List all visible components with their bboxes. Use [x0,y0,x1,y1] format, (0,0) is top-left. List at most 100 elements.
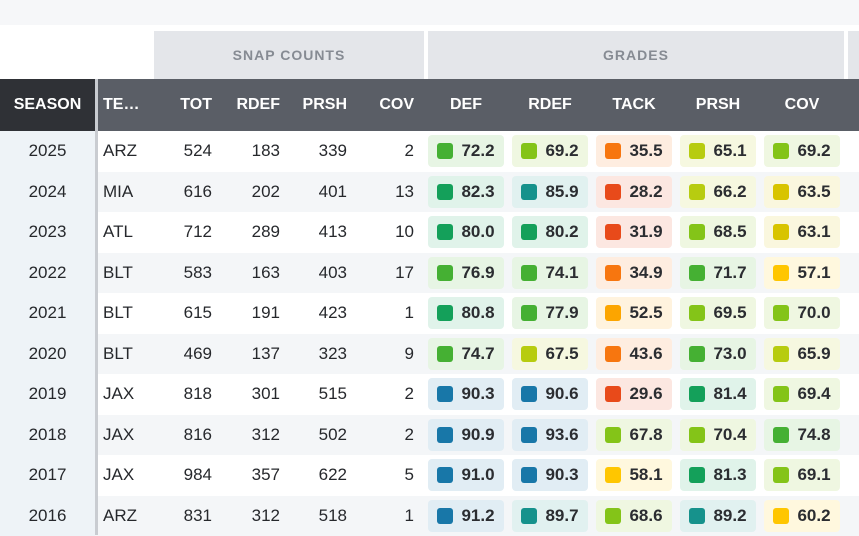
grade-color-swatch [689,386,705,402]
table-header: SEASON TE… TOT RDEF PRSH COV DEF RDEF TA… [0,79,859,131]
grade-color-swatch [773,467,789,483]
col-header-rdef[interactable]: RDEF [212,79,280,131]
table-row[interactable]: 2017JAX984357622591.090.358.181.369.1 [0,455,859,496]
grade-cov-cell: 63.5 [764,176,840,208]
table-row[interactable]: 2024MIA6162024011382.385.928.266.263.5 [0,172,859,213]
grade-color-swatch [689,508,705,524]
grade-value: 69.5 [713,303,746,323]
grade-value: 69.2 [797,141,830,161]
col-header-cov[interactable]: COV [347,79,414,131]
grade-color-swatch [437,265,453,281]
grade-color-swatch [437,427,453,443]
table-row[interactable]: 2025ARZ524183339272.269.235.565.169.2 [0,131,859,172]
grade-tack-cell: 52.5 [596,297,672,329]
snap-tot-cell: 615 [154,293,212,334]
grade-prsh-cell: 66.2 [680,176,756,208]
grade-value: 43.6 [629,344,662,364]
grade-value: 28.2 [629,182,662,202]
grade-prsh-cell: 71.7 [680,257,756,289]
grade-def-cell: 90.9 [428,419,504,451]
grade-tack-cell: 58.1 [596,459,672,491]
grade-rdef-cell: 93.6 [512,419,588,451]
grade-color-swatch [521,386,537,402]
grade-color-swatch [773,305,789,321]
col-header-grade-cov[interactable]: COV [762,79,842,131]
col-header-prsh[interactable]: PRSH [280,79,347,131]
grade-tack-cell: 28.2 [596,176,672,208]
grade-color-swatch [689,467,705,483]
grade-color-swatch [521,305,537,321]
table-row[interactable]: 2023ATL7122894131080.080.231.968.563.1 [0,212,859,253]
grade-value: 68.5 [713,222,746,242]
team-cell: MIA [103,172,153,213]
grade-value: 82.3 [461,182,494,202]
col-header-grade-tack[interactable]: TACK [594,79,674,131]
grade-rdef-cell: 80.2 [512,216,588,248]
grade-color-swatch [521,427,537,443]
grade-cov-cell: 69.2 [764,135,840,167]
snap-prsh-cell: 518 [280,496,347,536]
table-row[interactable]: 2018JAX816312502290.993.667.870.474.8 [0,415,859,456]
table-row[interactable]: 2019JAX818301515290.390.629.681.469.4 [0,374,859,415]
grade-value: 81.3 [713,465,746,485]
grade-color-swatch [437,467,453,483]
grade-def-cell: 90.3 [428,378,504,410]
grade-color-swatch [605,224,621,240]
grade-value: 60.2 [797,506,830,526]
grade-value: 69.1 [797,465,830,485]
grade-rdef-cell: 90.3 [512,459,588,491]
col-header-grade-def[interactable]: DEF [426,79,506,131]
table-row[interactable]: 2021BLT615191423180.877.952.569.570.0 [0,293,859,334]
grade-rdef-cell: 89.7 [512,500,588,532]
col-header-grade-rdef[interactable]: RDEF [510,79,590,131]
grade-value: 85.9 [545,182,578,202]
grade-value: 71.7 [713,263,746,283]
snap-cov-cell: 9 [347,334,414,375]
table-row[interactable]: 2022BLT5831634031776.974.134.971.757.1 [0,253,859,294]
grade-color-swatch [605,467,621,483]
grade-value: 68.6 [629,506,662,526]
grade-value: 52.5 [629,303,662,323]
grade-prsh-cell: 65.1 [680,135,756,167]
table-row[interactable]: 2016ARZ831312518191.289.768.689.260.2 [0,496,859,536]
snap-tot-cell: 818 [154,374,212,415]
season-cell: 2020 [0,334,95,375]
grade-color-swatch [773,184,789,200]
grade-rdef-cell: 77.9 [512,297,588,329]
grade-color-swatch [437,346,453,362]
col-header-tot[interactable]: TOT [154,79,212,131]
grade-cov-cell: 69.4 [764,378,840,410]
snap-cov-cell: 2 [347,415,414,456]
grade-value: 80.8 [461,303,494,323]
col-header-grade-prsh[interactable]: PRSH [678,79,758,131]
col-header-team[interactable]: TE… [103,79,153,131]
table-row[interactable]: 2020BLT469137323974.767.543.673.065.9 [0,334,859,375]
grade-value: 76.9 [461,263,494,283]
col-header-season[interactable]: SEASON [0,79,95,131]
grade-color-swatch [773,386,789,402]
grade-value: 80.2 [545,222,578,242]
grade-prsh-cell: 73.0 [680,338,756,370]
grade-rdef-cell: 67.5 [512,338,588,370]
grade-value: 90.6 [545,384,578,404]
grade-color-swatch [437,305,453,321]
grade-value: 31.9 [629,222,662,242]
grade-rdef-cell: 74.1 [512,257,588,289]
grade-value: 34.9 [629,263,662,283]
snap-cov-cell: 13 [347,172,414,213]
grades-group-header: GRADES [428,31,844,79]
grade-color-swatch [437,224,453,240]
season-cell: 2018 [0,415,95,456]
grade-value: 72.2 [461,141,494,161]
grade-prsh-cell: 89.2 [680,500,756,532]
grade-color-swatch [605,508,621,524]
grade-color-swatch [521,467,537,483]
season-cell: 2024 [0,172,95,213]
grade-value: 74.8 [797,425,830,445]
grade-color-swatch [605,143,621,159]
grade-value: 70.4 [713,425,746,445]
grade-value: 63.5 [797,182,830,202]
grade-color-swatch [773,224,789,240]
season-cell: 2017 [0,455,95,496]
snap-cov-cell: 17 [347,253,414,294]
